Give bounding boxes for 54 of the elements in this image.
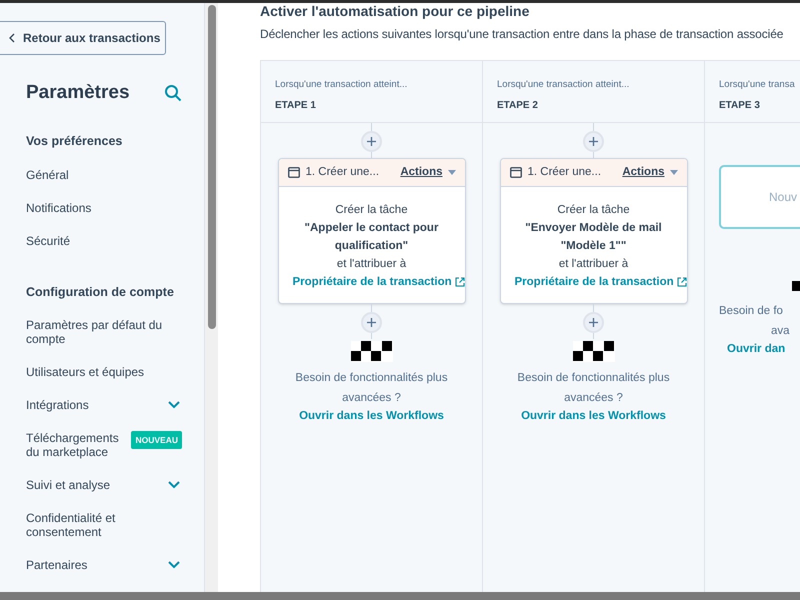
sidebar-item[interactable]: Paramètres par défaut du compte <box>26 318 171 346</box>
plus-icon <box>367 318 376 327</box>
sidebar-item[interactable]: Général <box>26 168 69 182</box>
section-description: Déclencher les actions suivantes lorsqu'une transaction entre dans la phase de transaction associée <box>260 26 784 43</box>
section-title: Activer l'automatisation pour ce pipeline <box>260 4 530 18</box>
stage-name: ETAPE 1 <box>275 99 317 114</box>
trigger-label: Lorsqu'une transaction atteint... <box>275 78 408 92</box>
upgrade-text: Besoin de fonctionnalités plus avancées ? <box>294 371 449 406</box>
chevron-down-icon[interactable] <box>168 401 180 409</box>
search-icon[interactable] <box>164 84 182 102</box>
add-action-button[interactable] <box>361 312 382 333</box>
chevron-left-icon <box>9 33 15 43</box>
trigger-label: Lorsqu'une transaction atteint... <box>497 78 630 92</box>
external-link-icon <box>454 276 464 287</box>
caret-icon <box>448 170 456 175</box>
card-title: 1. Créer une... <box>306 164 380 180</box>
sidebar-item[interactable]: Suivi et analyse <box>26 478 110 492</box>
sidebar-item[interactable]: Notifications <box>26 201 92 216</box>
horizontal-scrollbar[interactable] <box>0 592 800 600</box>
task-icon <box>510 167 522 178</box>
section-heading: Vos préférences <box>26 132 124 150</box>
checkered-flag-icon <box>572 341 614 362</box>
stage-name: ETAPE 3 <box>719 99 761 114</box>
checkered-flag-icon <box>350 341 392 362</box>
sidebar-item[interactable]: Téléchargements du marketplace <box>26 431 120 459</box>
chevron-down-icon[interactable] <box>168 561 180 569</box>
sidebar-item[interactable]: Intégrations <box>26 398 89 412</box>
new-badge: NOUVEAU <box>131 431 182 449</box>
external-link-icon <box>676 276 686 287</box>
task-icon <box>288 167 300 178</box>
upgrade-text: Besoin de fonctionnalités plus avancées ? <box>516 371 671 406</box>
chevron-down-icon[interactable] <box>168 481 180 489</box>
sidebar-item[interactable]: Partenaires <box>26 558 88 572</box>
settings-title: Paramètres <box>26 81 130 105</box>
add-action-button[interactable] <box>583 312 604 333</box>
back-button[interactable]: Retour aux transactions <box>0 21 166 55</box>
plus-icon <box>589 137 598 146</box>
stage-end-icon <box>792 281 800 291</box>
sidebar-item[interactable]: Confidentialité et consentement <box>26 511 171 539</box>
stage-name: ETAPE 2 <box>497 99 539 114</box>
plus-icon <box>367 137 376 146</box>
actions-dropdown[interactable]: Actions <box>400 164 456 182</box>
sidebar-item[interactable]: Utilisateurs et équipes <box>26 365 144 379</box>
add-action-button[interactable] <box>583 131 604 152</box>
add-action-button[interactable] <box>361 131 382 152</box>
trigger-label: Lorsqu'une transa <box>719 78 796 92</box>
sidebar-item[interactable]: Sécurité <box>26 234 70 248</box>
upgrade-text: Besoin de fo ava <box>719 304 790 339</box>
caret-icon <box>670 170 678 175</box>
section-heading: Configuration de compte <box>26 284 175 302</box>
plus-icon <box>589 318 598 327</box>
actions-dropdown[interactable]: Actions <box>622 164 678 182</box>
card-title: 1. Créer une... <box>528 164 602 180</box>
scrollbar-thumb[interactable] <box>208 5 216 329</box>
